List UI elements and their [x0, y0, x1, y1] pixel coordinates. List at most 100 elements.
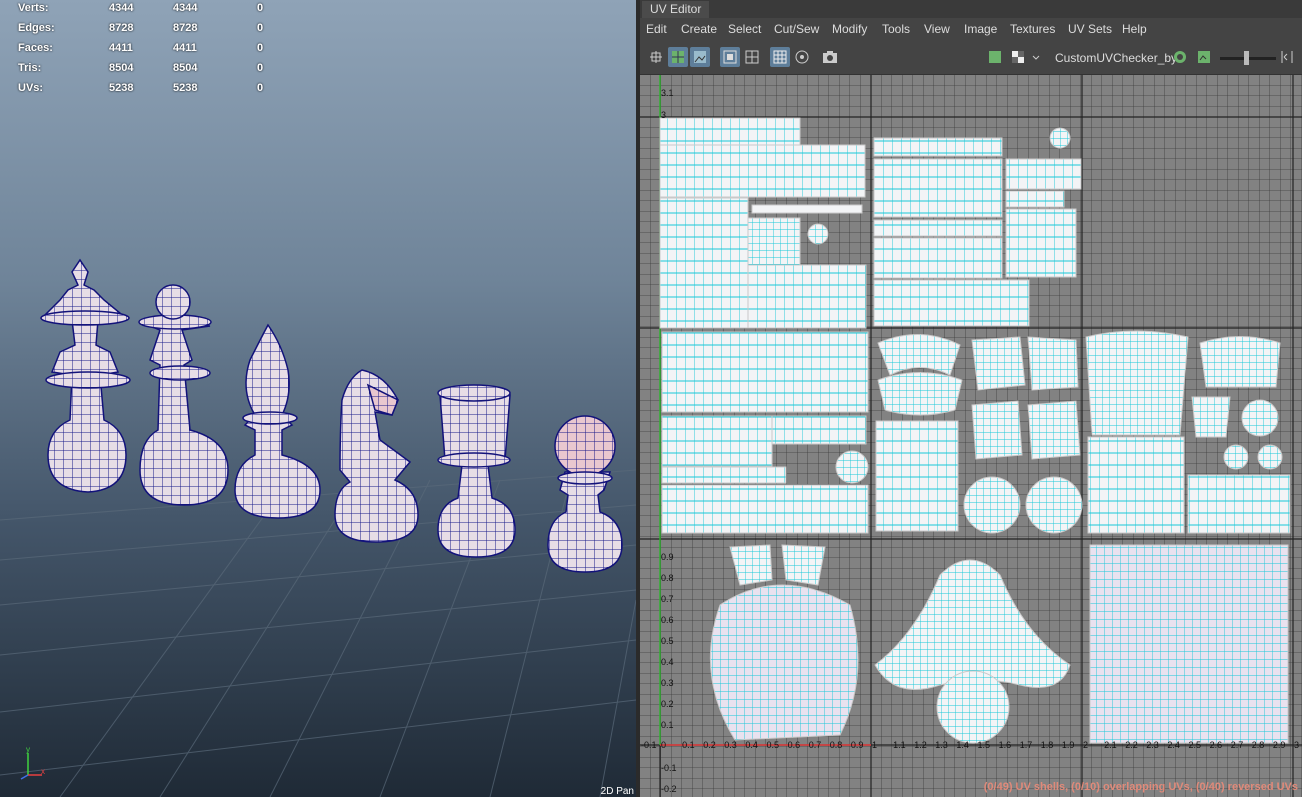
uv-u-tick: 0.4 [745, 740, 758, 750]
uv-u-tick: 0.5 [767, 740, 780, 750]
uv-u-tick: 2.2 [1125, 740, 1138, 750]
uv-editor-panel: UV Editor Edit Create Select Cut/Sew Mod… [640, 0, 1302, 797]
snap-grid-icon[interactable] [770, 47, 790, 67]
texture-name[interactable]: CustomUVChecker_by [1055, 51, 1177, 65]
uv-v-tick: 0.7 [661, 594, 674, 604]
uv-editor-titlebar: UV Editor [640, 0, 1302, 18]
stat-value: 0 [257, 2, 264, 14]
stat-edges: Edges: 8728 8728 0 [0, 22, 300, 42]
stat-label: Faces: [18, 42, 53, 54]
uv-u-tick: 1.5 [978, 740, 991, 750]
rook-piece[interactable] [437, 384, 516, 558]
knight-piece[interactable] [334, 369, 419, 543]
stat-value: 8504 [109, 62, 134, 74]
uv-u-tick: 2.7 [1231, 740, 1244, 750]
stat-value: 0 [257, 22, 264, 34]
menu-edit[interactable]: Edit [646, 18, 667, 40]
texture-options-icon[interactable] [1170, 47, 1190, 67]
uv-u-tick: 2.4 [1167, 740, 1180, 750]
chevron-down-icon[interactable] [1030, 47, 1042, 67]
uv-u-tick: 1 [872, 740, 877, 750]
uv-u-tick: 0.3 [724, 740, 737, 750]
stat-label: Edges: [18, 22, 55, 34]
stat-value: 8728 [109, 22, 134, 34]
stat-value: 4411 [173, 42, 197, 54]
uv-u-tick: 1.7 [1020, 740, 1033, 750]
menu-uv-sets[interactable]: UV Sets [1068, 18, 1112, 40]
checker-pattern-icon[interactable] [1008, 47, 1028, 67]
menu-create[interactable]: Create [681, 18, 717, 40]
uv-u-tick: 2.6 [1210, 740, 1223, 750]
uv-u-tick: 0.8 [830, 740, 843, 750]
uv-u-tick: 2.1 [1104, 740, 1117, 750]
stat-faces: Faces: 4411 4411 0 [0, 42, 300, 62]
uv-grid[interactable]: 3.1 3 0.9 0.8 0.7 0.6 0.5 0.4 0.3 0.2 0.1 -0.1 -0.2 -… [640, 75, 1302, 797]
queen-piece[interactable] [40, 258, 131, 493]
menu-help[interactable]: Help [1122, 18, 1147, 40]
uv-editor-tab[interactable]: UV Editor [642, 1, 710, 18]
menu-cut-sew[interactable]: Cut/Sew [774, 18, 819, 40]
uv-u-tick: 0.1 [682, 740, 695, 750]
chess-pieces[interactable] [0, 0, 636, 797]
uv-u-tick: 1.1 [893, 740, 906, 750]
perspective-viewport[interactable]: Verts: 4344 4344 0 Edges: 8728 8728 0 Fa… [0, 0, 636, 797]
uv-u-tick: 0 [661, 740, 666, 750]
image-display-icon[interactable] [690, 47, 710, 67]
uv-u-tick: 0.2 [703, 740, 716, 750]
slider-handle[interactable] [1244, 51, 1249, 65]
uv-canvas[interactable]: 3.1 3 0.9 0.8 0.7 0.6 0.5 0.4 0.3 0.2 0.1 -0.1 -0.2 -… [640, 75, 1302, 797]
uv-u-tick: 2.5 [1189, 740, 1202, 750]
uv-v-tick: 0.3 [661, 678, 674, 688]
image-settings-icon[interactable] [1194, 47, 1214, 67]
stat-label: Verts: [18, 2, 49, 14]
stat-value: 4344 [109, 2, 134, 14]
uv-u-tick: 1.6 [999, 740, 1012, 750]
uv-menubar: Edit Create Select Cut/Sew Modify Tools … [640, 18, 1302, 40]
frame-icon[interactable] [720, 47, 740, 67]
camera-icon[interactable] [820, 47, 840, 67]
uv-u-tick: 2.3 [1146, 740, 1159, 750]
uv-status-readout: (0/49) UV shells, (0/10) overlapping UVs… [983, 781, 1298, 793]
axis-x-label: x [41, 767, 45, 776]
pawn-piece[interactable] [547, 415, 623, 573]
uv-v-tick: 0.9 [661, 552, 674, 562]
expand-arrows-icon[interactable] [1278, 47, 1296, 67]
soft-select-icon[interactable] [792, 47, 812, 67]
view-axis-gizmo: y x [20, 745, 45, 780]
menu-textures[interactable]: Textures [1010, 18, 1055, 40]
stat-tris: Tris: 8504 8504 0 [0, 62, 300, 82]
checker-toggle-icon[interactable] [668, 47, 688, 67]
menu-view[interactable]: View [924, 18, 950, 40]
menu-modify[interactable]: Modify [832, 18, 867, 40]
uv-v-tick: -0.1 [661, 763, 677, 773]
uv-toolbar: CustomUVChecker_by [640, 42, 1302, 75]
panel-label: 2D Pan [600, 786, 634, 797]
grid-icon[interactable] [742, 47, 762, 67]
menu-select[interactable]: Select [728, 18, 761, 40]
stat-value: 5238 [173, 82, 198, 94]
uv-v-tick: 0.6 [661, 615, 674, 625]
image-icon[interactable] [985, 47, 1005, 67]
stat-value: 0 [257, 82, 264, 94]
uv-v-tick: 0.5 [661, 636, 674, 646]
stat-label: UVs: [18, 82, 44, 94]
bishop-piece[interactable] [234, 323, 321, 519]
uv-u-tick: 2.9 [1273, 740, 1286, 750]
stat-verts: Verts: 4344 4344 0 [0, 2, 300, 22]
uv-v-tick: 0.2 [661, 699, 674, 709]
axis-y-label: y [26, 745, 30, 754]
menu-tools[interactable]: Tools [882, 18, 910, 40]
uv-u-tick: 0.9 [851, 740, 864, 750]
uv-u-tick: 3 [1294, 740, 1299, 750]
uv-u-tick: 0.7 [809, 740, 822, 750]
exposure-slider[interactable] [1220, 51, 1276, 65]
uv-v-tick: 3 [661, 110, 666, 120]
stat-label: Tris: [18, 62, 42, 74]
stat-value: 5238 [109, 82, 134, 94]
stat-value: 8504 [173, 62, 198, 74]
king-piece[interactable] [138, 284, 229, 506]
uv-shell-group[interactable] [709, 544, 1289, 744]
menu-image[interactable]: Image [964, 18, 997, 40]
uv-shell-icon[interactable] [646, 47, 666, 67]
uv-v-tick: 0.8 [661, 573, 674, 583]
